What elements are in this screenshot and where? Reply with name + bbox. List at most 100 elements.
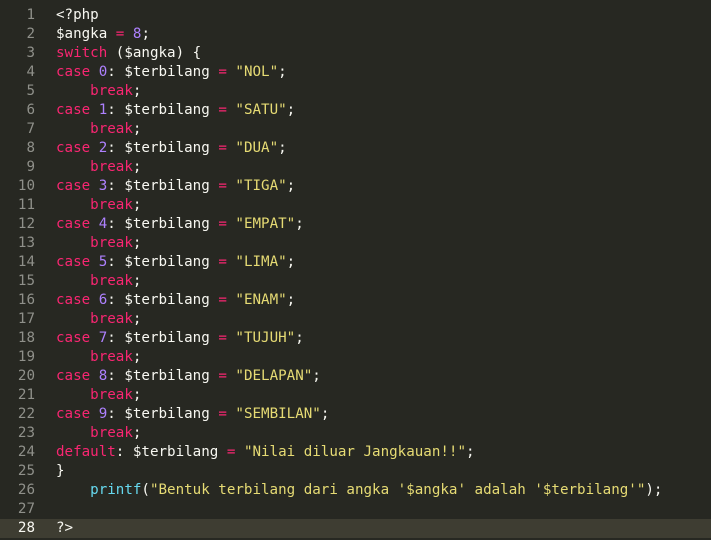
code-line[interactable]: 16 case 6: $terbilang = "ENAM"; <box>0 291 711 310</box>
code-line[interactable]: 9 break; <box>0 158 711 177</box>
code-text[interactable]: <?php <box>56 6 99 25</box>
code-token: ; <box>132 273 142 289</box>
code-line[interactable]: 4 case 0: $terbilang = "NOL"; <box>0 63 711 82</box>
code-line[interactable]: 20 case 8: $terbilang = "DELAPAN"; <box>0 367 711 386</box>
code-line[interactable]: 19 break; <box>0 348 711 367</box>
code-token: 3 <box>98 178 108 194</box>
code-token: ; <box>295 330 304 346</box>
code-text[interactable]: switch ($angka) { <box>56 44 201 63</box>
code-token: ; <box>295 216 304 232</box>
code-token: case <box>56 216 91 232</box>
code-line[interactable]: 17 break; <box>0 310 711 329</box>
code-token: "SATU" <box>235 102 287 118</box>
code-token: : $terbilang <box>107 406 219 422</box>
code-token: ; <box>286 292 296 308</box>
code-token: "DELAPAN" <box>235 368 313 384</box>
code-text[interactable]: break; <box>56 158 141 177</box>
code-text[interactable]: case 3: $terbilang = "TIGA"; <box>56 177 295 196</box>
code-line[interactable]: 28 ?> <box>0 519 711 538</box>
code-token: ; <box>278 64 287 80</box>
code-text[interactable]: ?> <box>56 519 73 538</box>
code-editor[interactable]: 1 <?php 2 $angka = 8; 3 switch ($angka) {4 cas… <box>0 0 711 540</box>
code-text[interactable]: case 1: $terbilang = "SATU"; <box>56 101 295 120</box>
code-text[interactable]: break; <box>56 424 141 443</box>
code-text[interactable]: case 7: $terbilang = "TUJUH"; <box>56 329 304 348</box>
code-token: ); <box>645 482 663 498</box>
code-text[interactable]: case 2: $terbilang = "DUA"; <box>56 139 287 158</box>
code-line[interactable]: 3 switch ($angka) { <box>0 44 711 63</box>
code-token: : $terbilang <box>107 368 219 384</box>
code-token: = <box>218 102 227 118</box>
code-token: break <box>90 425 133 441</box>
code-line[interactable]: 24 default: $terbilang = "Nilai diluar Ja… <box>0 443 711 462</box>
line-number: 13 <box>17 235 35 251</box>
code-text[interactable]: case 0: $terbilang = "NOL"; <box>56 63 287 82</box>
code-line[interactable]: 11 break; <box>0 196 711 215</box>
code-text[interactable]: break; <box>56 120 141 139</box>
code-line[interactable]: 22 case 9: $terbilang = "SEMBILAN"; <box>0 405 711 424</box>
code-text[interactable]: break; <box>56 348 141 367</box>
code-token: ; <box>132 159 142 175</box>
code-token: = <box>218 330 227 346</box>
code-line[interactable]: 25} <box>0 462 711 481</box>
code-line[interactable]: 21 break; <box>0 386 711 405</box>
code-token: 8 <box>98 368 108 384</box>
code-text[interactable]: break; <box>56 234 141 253</box>
code-line[interactable]: 12 case 4: $terbilang = "EMPAT"; <box>0 215 711 234</box>
code-token: case <box>56 292 91 308</box>
code-line[interactable]: 13 break; <box>0 234 711 253</box>
code-token: break <box>90 121 133 137</box>
code-token: = <box>218 368 227 384</box>
code-line[interactable]: 18 case 7: $terbilang = "TUJUH"; <box>0 329 711 348</box>
code-token: = <box>218 216 227 232</box>
code-line[interactable]: 15 break; <box>0 272 711 291</box>
code-token: break <box>90 349 133 365</box>
code-line[interactable]: 2 $angka = 8; <box>0 25 711 44</box>
line-number: 12 <box>17 216 35 232</box>
code-token: : $terbilang <box>107 102 219 118</box>
line-number: 26 <box>17 482 35 498</box>
line-number: 24 <box>17 444 35 460</box>
code-line[interactable]: 5 break; <box>0 82 711 101</box>
code-text[interactable]: $angka = 8; <box>56 25 150 44</box>
line-number: 28 <box>17 520 35 536</box>
line-number: 6 <box>26 102 35 118</box>
code-token: <?php <box>56 7 99 23</box>
code-text[interactable]: default: $terbilang = "Nilai diluar Jang… <box>56 443 475 462</box>
code-text[interactable]: break; <box>56 272 141 291</box>
code-text[interactable]: case 8: $terbilang = "DELAPAN"; <box>56 367 321 386</box>
code-text[interactable]: printf("Bentuk terbilang dari angka '$an… <box>56 481 662 500</box>
code-line[interactable]: 8 case 2: $terbilang = "DUA"; <box>0 139 711 158</box>
code-token: default <box>56 444 116 460</box>
code-text[interactable]: case 5: $terbilang = "LIMA"; <box>56 253 295 272</box>
code-line[interactable]: 26 printf("Bentuk terbilang dari angka '… <box>0 481 711 500</box>
code-line[interactable]: 7 break; <box>0 120 711 139</box>
code-text[interactable]: case 4: $terbilang = "EMPAT"; <box>56 215 304 234</box>
code-token: : $terbilang <box>115 444 227 460</box>
code-text[interactable]: break; <box>56 82 141 101</box>
line-number: 21 <box>17 387 35 403</box>
code-text[interactable]: break; <box>56 310 141 329</box>
code-token: : $terbilang <box>107 178 219 194</box>
code-line[interactable]: 6 case 1: $terbilang = "SATU"; <box>0 101 711 120</box>
code-line[interactable]: 1 <?php <box>0 6 711 25</box>
code-line[interactable]: 23 break; <box>0 424 711 443</box>
code-text[interactable]: break; <box>56 386 141 405</box>
code-line[interactable]: 27 <box>0 500 711 519</box>
code-token: case <box>56 406 91 422</box>
code-text[interactable]: break; <box>56 196 141 215</box>
code-text[interactable]: case 6: $terbilang = "ENAM"; <box>56 291 295 310</box>
code-token: ($angka) { <box>107 45 202 61</box>
code-line[interactable]: 10 case 3: $terbilang = "TIGA"; <box>0 177 711 196</box>
code-token: break <box>90 197 133 213</box>
code-text[interactable]: } <box>56 462 65 481</box>
code-line[interactable]: 14 case 5: $terbilang = "LIMA"; <box>0 253 711 272</box>
code-text[interactable]: case 9: $terbilang = "SEMBILAN"; <box>56 405 329 424</box>
line-number: 19 <box>17 349 35 365</box>
line-number: 4 <box>26 64 35 80</box>
